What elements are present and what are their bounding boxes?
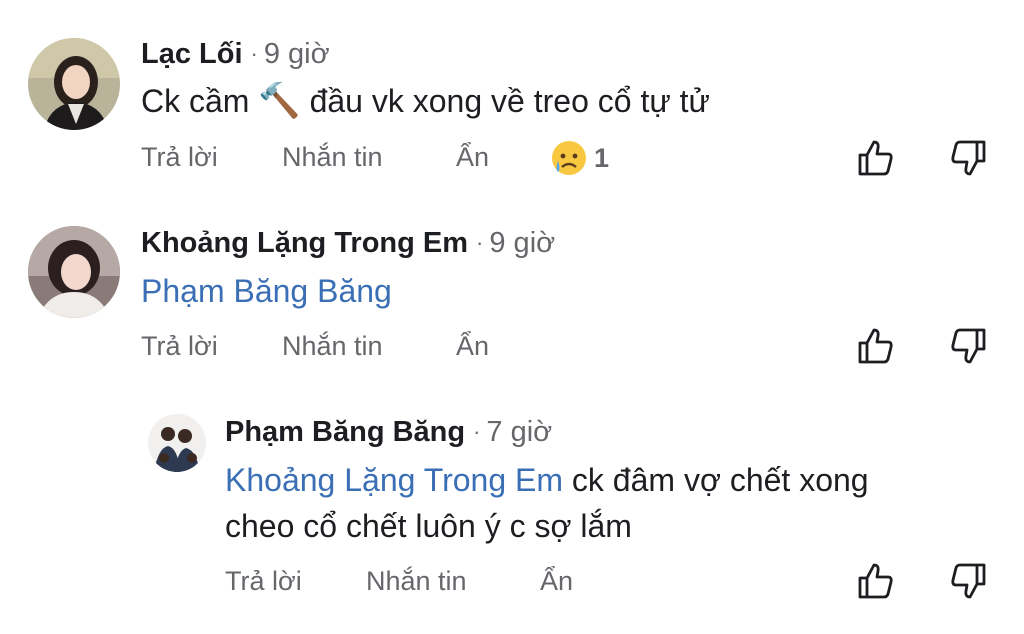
- comment-text-part: ck đâm vợ chết xong: [571, 462, 869, 498]
- comment-text-line: cheo cổ chết luôn ý c sợ lắm: [225, 508, 632, 544]
- avatar[interactable]: [148, 414, 206, 472]
- thumbs-up-icon: [858, 328, 893, 364]
- hide-button[interactable]: Ẩn: [540, 566, 573, 597]
- separator-dot: ·: [476, 230, 484, 255]
- separator-dot: ·: [473, 419, 481, 444]
- reply-button[interactable]: Trả lời: [225, 566, 302, 597]
- message-button[interactable]: Nhắn tin: [282, 331, 383, 362]
- like-button[interactable]: [856, 326, 896, 366]
- thumbs-down-icon: [951, 328, 986, 364]
- comment-text-line: Khoảng Lặng Trong Em ck đâm vợ chết xong: [225, 457, 985, 503]
- hide-button[interactable]: Ẩn: [456, 331, 489, 362]
- comment-header: Phạm Băng Băng · 7 giờ: [225, 416, 552, 449]
- dislike-button[interactable]: [948, 326, 988, 366]
- thumbs-up-icon: [858, 563, 893, 599]
- like-button[interactable]: [856, 561, 896, 601]
- author-name[interactable]: Phạm Băng Băng: [225, 416, 465, 448]
- timestamp: 9 giờ: [489, 227, 556, 259]
- reply-button[interactable]: Trả lời: [141, 331, 218, 362]
- reply-pham-bang-bang: Phạm Băng Băng · 7 giờ Khoảng Lặng Trong E…: [0, 0, 1024, 599]
- avatar[interactable]: [28, 226, 120, 318]
- comment-text: Khoảng Lặng Trong Em ck đâm vợ chết xong…: [225, 457, 985, 549]
- dislike-button[interactable]: [948, 561, 988, 601]
- mention-link[interactable]: Phạm Băng Băng: [141, 273, 392, 309]
- thumbs-down-icon: [951, 563, 986, 599]
- mention-link[interactable]: Khoảng Lặng Trong Em: [225, 462, 563, 498]
- timestamp: 7 giờ: [486, 416, 553, 448]
- comment-header: Khoảng Lặng Trong Em · 9 giờ: [141, 227, 555, 260]
- comment-text: Phạm Băng Băng: [141, 268, 392, 314]
- message-button[interactable]: Nhắn tin: [366, 566, 467, 597]
- author-name[interactable]: Khoảng Lặng Trong Em: [141, 227, 468, 259]
